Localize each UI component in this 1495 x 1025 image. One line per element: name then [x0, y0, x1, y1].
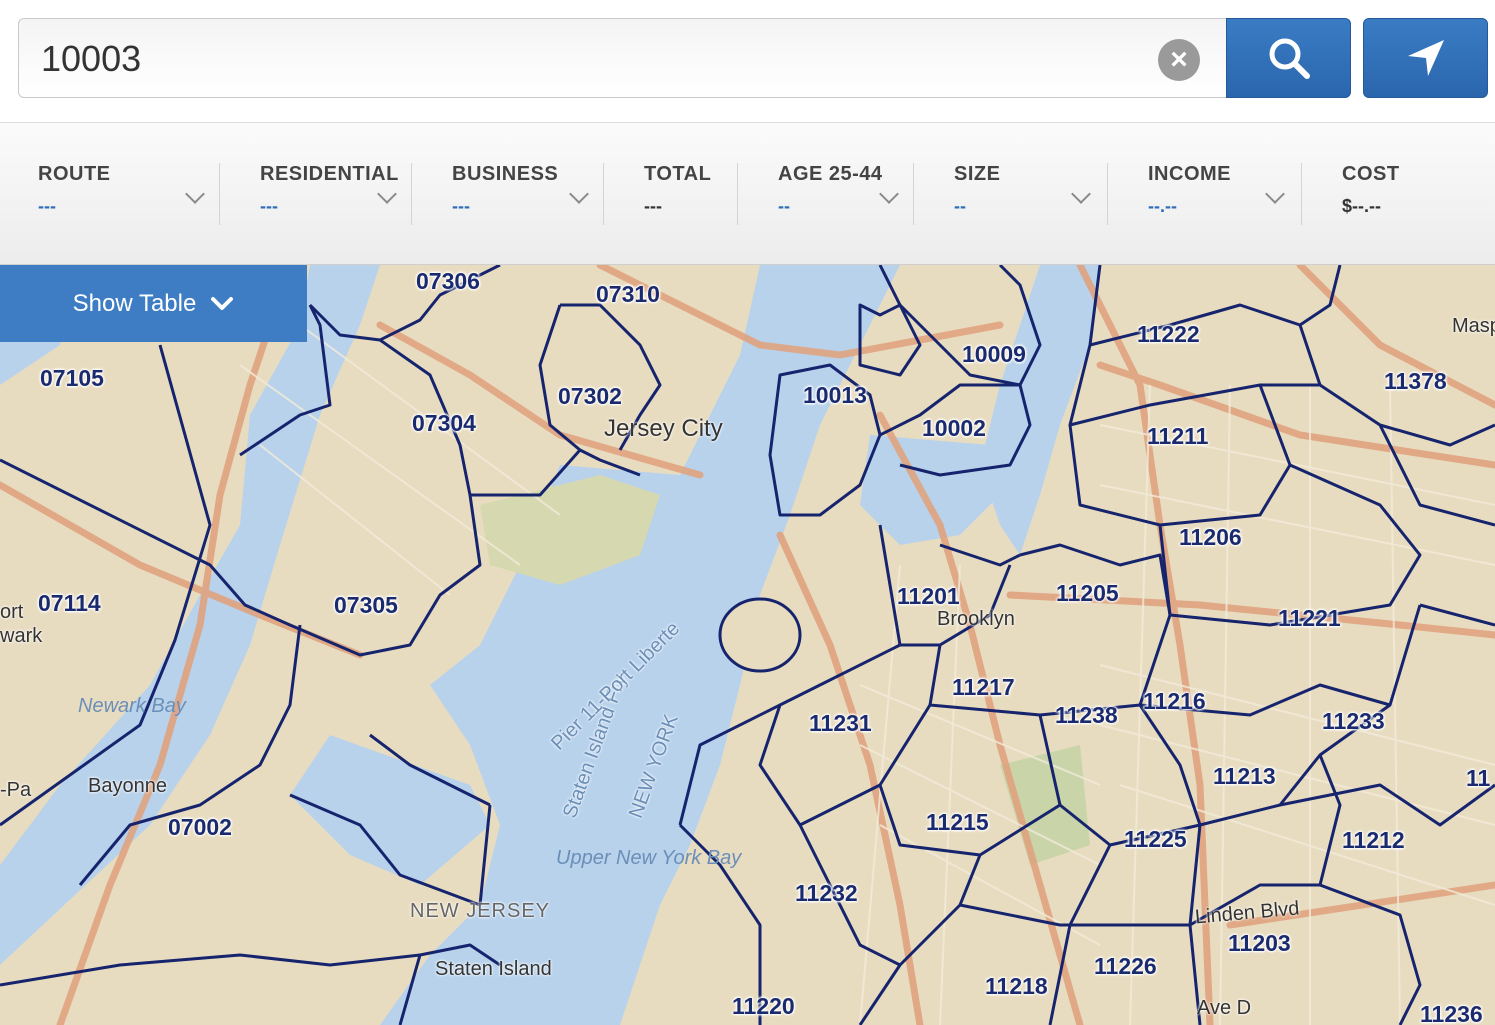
locate-button[interactable] [1363, 18, 1488, 98]
zip-label: 11216 [1143, 688, 1206, 714]
divider [1107, 163, 1108, 225]
divider [1301, 163, 1302, 225]
chevron-down-icon [211, 296, 234, 310]
cost-value: $--.-- [1342, 196, 1381, 216]
search-button[interactable] [1226, 18, 1351, 98]
divider [603, 163, 604, 225]
cost-label: COST [1342, 163, 1400, 185]
place-label: -Pa [0, 779, 32, 801]
zip-label: 11226 [1094, 953, 1157, 979]
search-icon [1269, 38, 1310, 79]
top-bar: × [0, 0, 1495, 122]
place-label: NEW JERSEY [410, 900, 551, 922]
zip-label: 11 [1466, 765, 1491, 791]
zip-label: 07306 [416, 268, 480, 294]
water-label: Upper New York Bay [556, 847, 742, 869]
zip-label: 11215 [926, 809, 989, 835]
residential-filter[interactable]: RESIDENTIAL --- [260, 163, 400, 227]
route-value: --- [38, 196, 56, 216]
show-table-label: Show Table [72, 289, 197, 317]
zip-label: 07302 [558, 383, 622, 409]
income-filter[interactable]: INCOME --.-- [1148, 163, 1288, 227]
route-filter[interactable]: ROUTE --- [38, 163, 208, 227]
zip-label: 07114 [38, 590, 101, 616]
total-stat: TOTAL --- [644, 163, 734, 227]
zip-label: 11231 [809, 710, 872, 736]
map[interactable]: Newark Bay Upper New York Bay Jersey Cit… [0, 265, 1495, 1025]
place-label: Brooklyn [937, 608, 1015, 630]
divider [737, 163, 738, 225]
place-label: Ave D [1197, 997, 1252, 1019]
income-label: INCOME [1148, 163, 1231, 185]
zip-label: 11238 [1055, 702, 1118, 728]
divider [219, 163, 220, 225]
place-label: Masp [1452, 315, 1495, 337]
age-label: AGE 25-44 [778, 163, 883, 185]
place-label: ort [0, 601, 24, 623]
clear-search-icon[interactable]: × [1158, 39, 1200, 81]
size-value: -- [954, 196, 966, 216]
zip-label: 11206 [1179, 524, 1242, 550]
total-value: --- [644, 196, 662, 216]
water-label: Newark Bay [78, 695, 186, 717]
stats-bar: ROUTE --- RESIDENTIAL --- BUSINESS --- T… [0, 122, 1495, 265]
zip-label: 10002 [922, 415, 986, 441]
business-label: BUSINESS [452, 163, 559, 185]
size-label: SIZE [954, 163, 1001, 185]
zip-label: 07310 [596, 281, 660, 307]
zip-label: 11213 [1213, 763, 1276, 789]
zip-label: 11221 [1278, 605, 1341, 631]
zip-label: 11236 [1420, 1001, 1483, 1025]
zip-label: 11211 [1147, 423, 1209, 449]
residential-value: --- [260, 196, 278, 216]
zip-label: 11203 [1228, 930, 1291, 956]
zip-label: 07305 [334, 592, 398, 618]
location-arrow-icon [1407, 40, 1444, 76]
place-label: Bayonne [88, 775, 167, 797]
zip-label: 11233 [1322, 708, 1385, 734]
zip-label: 07304 [412, 410, 476, 436]
zip-label: 11220 [732, 993, 795, 1019]
business-filter[interactable]: BUSINESS --- [452, 163, 592, 227]
zip-label: 11201 [897, 583, 960, 609]
search-box: × [18, 18, 1226, 98]
zip-label: 11225 [1124, 826, 1187, 852]
place-label: Staten Island [435, 958, 552, 980]
route-label: ROUTE [38, 163, 111, 185]
zip-label: 11232 [795, 880, 858, 906]
total-label: TOTAL [644, 163, 712, 185]
zip-label: 10013 [803, 382, 867, 408]
zip-label: 11218 [985, 973, 1048, 999]
income-value: --.-- [1148, 196, 1177, 216]
place-label: wark [0, 625, 43, 647]
divider [913, 163, 914, 225]
zip-label: 11205 [1056, 580, 1119, 606]
search-input[interactable] [39, 31, 1153, 87]
place-label: Jersey City [604, 415, 723, 442]
size-filter[interactable]: SIZE -- [954, 163, 1094, 227]
zip-label: 11378 [1384, 368, 1447, 394]
zip-label: 07105 [40, 365, 104, 391]
business-value: --- [452, 196, 470, 216]
cost-stat: COST $--.-- [1342, 163, 1452, 227]
zip-label: 11217 [952, 674, 1015, 700]
zip-label: 07002 [168, 814, 232, 840]
residential-label: RESIDENTIAL [260, 163, 399, 185]
divider [411, 163, 412, 225]
show-table-button[interactable]: Show Table [0, 265, 307, 342]
age-filter[interactable]: AGE 25-44 -- [778, 163, 903, 227]
zip-label: 11212 [1342, 827, 1405, 853]
zip-label: 10009 [962, 341, 1026, 367]
zip-label: 11222 [1137, 321, 1200, 347]
